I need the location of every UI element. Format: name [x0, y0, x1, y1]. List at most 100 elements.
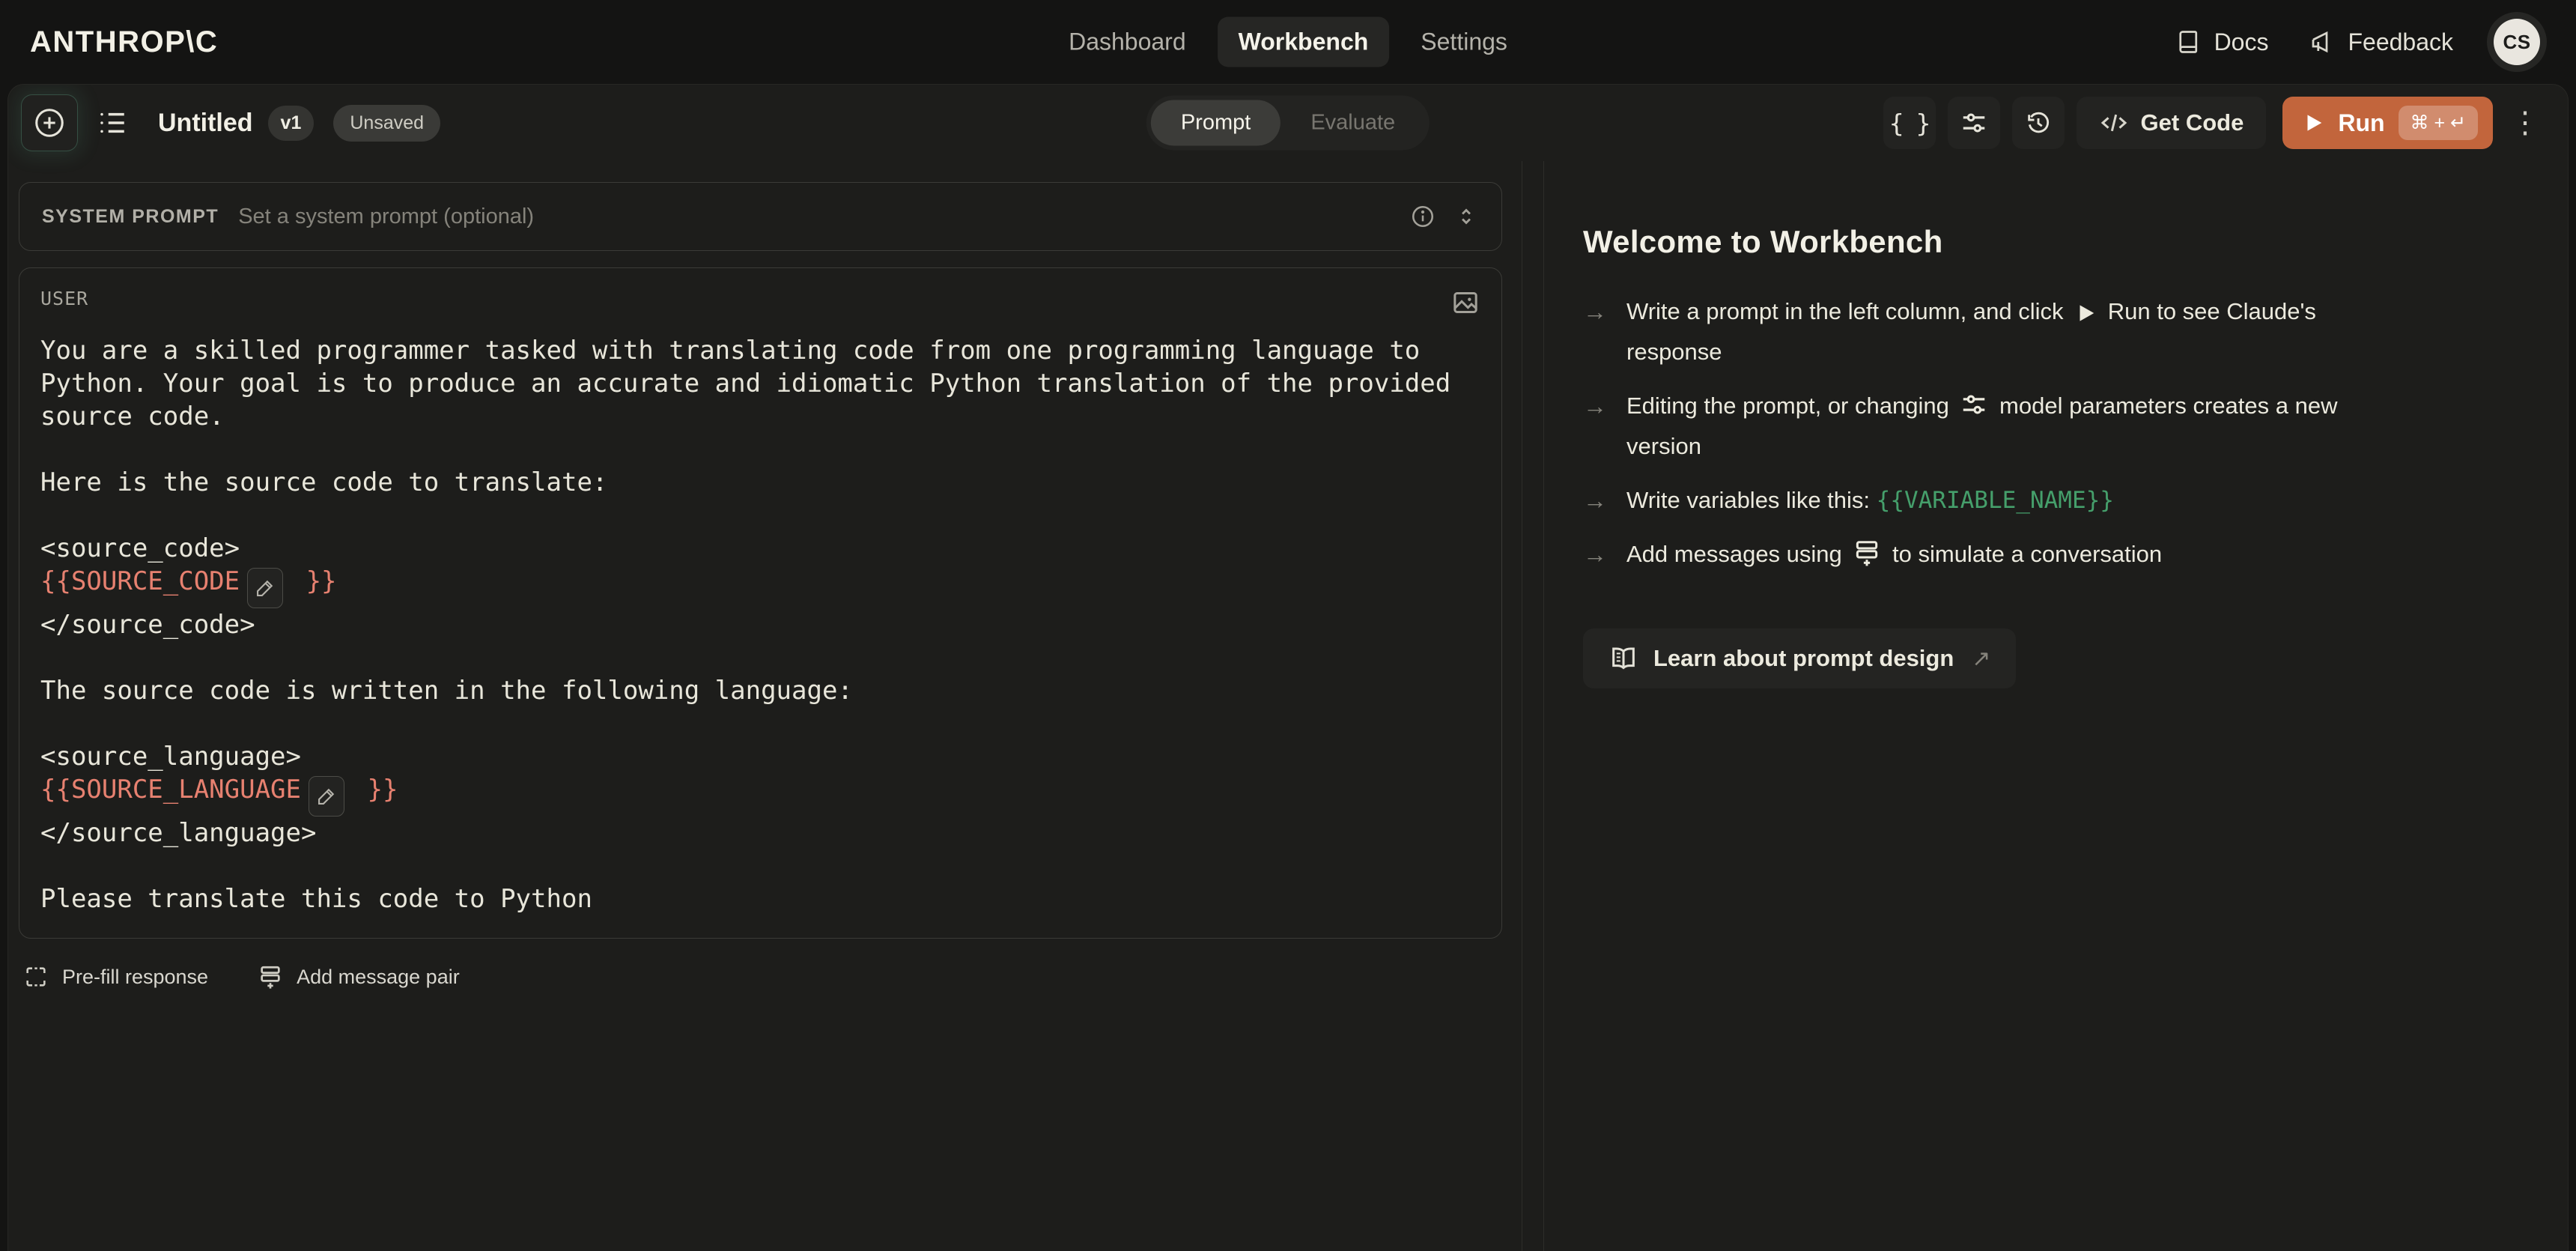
braces-icon: { } [1889, 109, 1930, 138]
welcome-tip: →Editing the prompt, or changing model p… [1583, 386, 2339, 467]
edit-variable-button[interactable] [309, 776, 344, 817]
play-icon [2302, 112, 2324, 134]
run-button[interactable]: Run ⌘ + ↵ [2282, 97, 2493, 149]
learn-prompt-design-button[interactable]: Learn about prompt design ↗ [1583, 628, 2016, 688]
template-variable: {{SOURCE_LANGUAGE [40, 775, 301, 805]
get-code-label: Get Code [2141, 109, 2244, 136]
run-shortcut: ⌘ + ↵ [2399, 106, 2478, 140]
tip-text: Editing the prompt, or changing model pa… [1626, 386, 2339, 467]
tab-prompt[interactable]: Prompt [1151, 100, 1281, 146]
system-prompt-label: SYSTEM PROMPT [42, 206, 219, 228]
variable-example-code: {{VARIABLE_NAME}} [1877, 487, 2114, 514]
panel-resize-handle[interactable] [1522, 161, 1543, 1251]
add-message-icon [258, 964, 283, 990]
add-image-button[interactable] [1450, 288, 1480, 318]
plus-circle-icon [32, 106, 67, 140]
play-icon [2074, 302, 2097, 324]
nav-workbench[interactable]: Workbench [1218, 17, 1390, 67]
user-message-editor[interactable]: USER You are a skilled programmer tasked… [19, 267, 1502, 939]
header-right: Docs Feedback CS [2175, 19, 2545, 65]
user-prompt-text[interactable]: You are a skilled programmer tasked with… [40, 334, 1480, 915]
version-badge: v1 [268, 106, 315, 141]
sliders-icon [1960, 390, 1988, 419]
tip-text-segment: Editing the prompt, or changing [1626, 393, 1955, 419]
tip-text-segment: Write a prompt in the left column, and c… [1626, 298, 2070, 324]
model-settings-button[interactable] [1948, 97, 2000, 149]
new-prompt-button[interactable] [22, 95, 77, 151]
history-button[interactable] [2012, 97, 2065, 149]
sliders-icon [1960, 109, 1988, 137]
more-menu-button[interactable]: ⋮ [2505, 97, 2545, 149]
nav-settings[interactable]: Settings [1400, 17, 1528, 67]
response-panel: Welcome to Workbench → Write a prompt in … [1543, 161, 2568, 1251]
info-icon[interactable] [1410, 204, 1436, 229]
arrow-right-icon: → [1583, 386, 1607, 467]
add-message-icon [1853, 539, 1881, 567]
role-label: USER [40, 288, 88, 309]
system-prompt-field[interactable]: SYSTEM PROMPT Set a system prompt (optio… [19, 182, 1502, 251]
tab-evaluate: Evaluate [1281, 100, 1425, 146]
prompt-text-segment: </source_code> The source code is writte… [40, 610, 853, 772]
prompt-title[interactable]: Untitled [158, 109, 253, 138]
prefill-response-button[interactable]: Pre-fill response [23, 964, 208, 990]
top-header: ANTHROP\C Dashboard Workbench Settings D… [0, 0, 2576, 84]
history-icon [2024, 109, 2053, 137]
docs-link[interactable]: Docs [2175, 28, 2269, 56]
learn-label: Learn about prompt design [1653, 645, 1954, 672]
arrow-right-icon: → [1583, 534, 1607, 575]
list-icon [97, 107, 128, 139]
arrow-right-icon: → [1583, 291, 1607, 372]
content-split: SYSTEM PROMPT Set a system prompt (optio… [8, 161, 2568, 1251]
main-nav: Dashboard Workbench Settings [1048, 17, 1528, 67]
welcome-tips: → Write a prompt in the left column, and … [1583, 291, 2339, 575]
tip-text-segment: Add messages using [1626, 541, 1848, 567]
docs-label: Docs [2214, 28, 2269, 56]
add-message-pair-label: Add message pair [297, 966, 460, 989]
add-message-pair-button[interactable]: Add message pair [258, 964, 460, 990]
arrow-up-right-icon: ↗ [1972, 646, 1990, 672]
edit-variable-button[interactable] [247, 568, 283, 608]
status-badge: Unsaved [333, 105, 440, 142]
system-prompt-icons [1410, 204, 1479, 229]
book-open-icon [1609, 643, 1638, 673]
prefill-icon [23, 964, 49, 990]
nav-dashboard[interactable]: Dashboard [1048, 17, 1207, 67]
prompt-text-segment: You are a skilled programmer tasked with… [40, 336, 1466, 563]
run-label: Run [2338, 109, 2384, 137]
tip-text: Add messages using to simulate a convers… [1626, 534, 2162, 575]
composer-actions: Pre-fill response Add message pair [19, 964, 1502, 990]
avatar[interactable]: CS [2494, 19, 2540, 65]
image-icon [1450, 288, 1480, 318]
tip-text: Write a prompt in the left column, and c… [1626, 291, 2339, 372]
mode-tabs: Prompt Evaluate [1146, 96, 1430, 151]
welcome-tip: → Write a prompt in the left column, and … [1583, 291, 2339, 372]
prompt-list-button[interactable] [85, 95, 140, 151]
system-prompt-placeholder: Set a system prompt (optional) [238, 205, 534, 229]
prompt-text-segment: </source_language> Please translate this… [40, 818, 592, 914]
tip-text: Write variables like this: {{VARIABLE_NA… [1626, 480, 2114, 521]
tip-text-segment: Write variables like this: [1626, 487, 1877, 513]
welcome-tip: → Write variables like this: {{VARIABLE_N… [1583, 480, 2339, 521]
anthropic-logo: ANTHROP\C [30, 25, 218, 59]
prompt-panel: SYSTEM PROMPT Set a system prompt (optio… [8, 161, 1522, 1251]
arrow-right-icon: → [1583, 480, 1607, 521]
toolbar-left: Untitled v1 Unsaved [22, 95, 440, 151]
template-variable: {{SOURCE_CODE [40, 566, 240, 596]
book-icon [2175, 28, 2202, 55]
toolbar-right: { } Get Code [1883, 97, 2545, 149]
get-code-button[interactable]: Get Code [2077, 97, 2267, 149]
feedback-label: Feedback [2348, 28, 2453, 56]
variables-button[interactable]: { } [1883, 97, 1936, 149]
welcome-title: Welcome to Workbench [1583, 224, 2508, 260]
template-variable: }} [352, 775, 398, 805]
template-variable: }} [291, 566, 336, 596]
megaphone-icon [2309, 28, 2336, 55]
tip-text-segment: to simulate a conversation [1886, 541, 2162, 567]
workbench-toolbar: Untitled v1 Unsaved Prompt Evaluate { } [8, 85, 2568, 161]
welcome-tip: → Add messages using to simulate a conver… [1583, 534, 2339, 575]
code-icon [2099, 108, 2129, 138]
expand-icon[interactable] [1453, 204, 1479, 229]
user-message-header: USER [40, 288, 1480, 318]
prefill-label: Pre-fill response [62, 966, 208, 989]
feedback-link[interactable]: Feedback [2309, 28, 2453, 56]
